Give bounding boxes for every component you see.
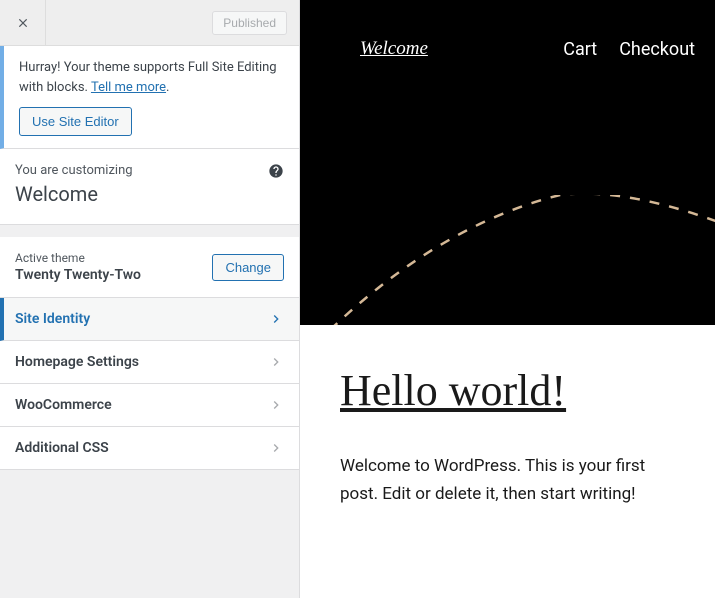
chevron-right-icon <box>268 397 284 413</box>
site-preview: Welcome Cart Checkout Hello world! Welcom… <box>300 0 715 598</box>
hero-section: Welcome Cart Checkout <box>300 0 715 325</box>
notice-period: . <box>166 80 169 95</box>
nav-item-label: WooCommerce <box>15 397 112 413</box>
hero-links: Cart Checkout <box>563 39 695 60</box>
nav-item-homepage-settings[interactable]: Homepage Settings <box>0 341 299 384</box>
nav-item-label: Homepage Settings <box>15 354 139 370</box>
use-site-editor-button[interactable]: Use Site Editor <box>19 107 132 136</box>
customizer-sidebar: Published Hurray! Your theme supports Fu… <box>0 0 300 598</box>
page-title: Welcome <box>15 182 284 206</box>
customizing-label: You are customizing <box>15 163 284 178</box>
help-icon[interactable] <box>268 163 284 179</box>
active-theme-label: Active theme <box>15 251 141 265</box>
post-body: Welcome to WordPress. This is your first… <box>340 452 670 508</box>
fse-notice: Hurray! Your theme supports Full Site Ed… <box>0 46 299 149</box>
tell-me-more-link[interactable]: Tell me more <box>91 80 166 95</box>
post-title[interactable]: Hello world! <box>340 365 675 416</box>
chevron-right-icon <box>268 354 284 370</box>
hero-nav: Welcome Cart Checkout <box>300 0 715 60</box>
decorative-curve <box>300 195 715 325</box>
top-bar: Published <box>0 0 299 46</box>
active-theme-name: Twenty Twenty-Two <box>15 267 141 283</box>
chevron-right-icon <box>268 311 284 327</box>
nav-link-cart[interactable]: Cart <box>563 39 597 60</box>
customizing-header: You are customizing Welcome <box>0 149 299 225</box>
chevron-right-icon <box>268 440 284 456</box>
nav-item-woocommerce[interactable]: WooCommerce <box>0 384 299 427</box>
close-icon <box>16 16 30 30</box>
nav-item-label: Additional CSS <box>15 440 109 456</box>
nav-item-label: Site Identity <box>15 311 90 327</box>
publish-status-button[interactable]: Published <box>212 11 287 35</box>
active-theme-block: Active theme Twenty Twenty-Two Change <box>0 237 299 298</box>
notice-text: Hurray! Your theme supports Full Site Ed… <box>19 58 284 97</box>
nav-item-additional-css[interactable]: Additional CSS <box>0 427 299 470</box>
nav-item-site-identity[interactable]: Site Identity <box>0 298 299 341</box>
post-content: Hello world! Welcome to WordPress. This … <box>300 325 715 548</box>
close-button[interactable] <box>0 0 46 46</box>
site-title-link[interactable]: Welcome <box>360 38 428 60</box>
customizer-nav: Site Identity Homepage Settings WooCommerc… <box>0 298 299 470</box>
change-theme-button[interactable]: Change <box>212 254 284 281</box>
nav-link-checkout[interactable]: Checkout <box>619 39 695 60</box>
